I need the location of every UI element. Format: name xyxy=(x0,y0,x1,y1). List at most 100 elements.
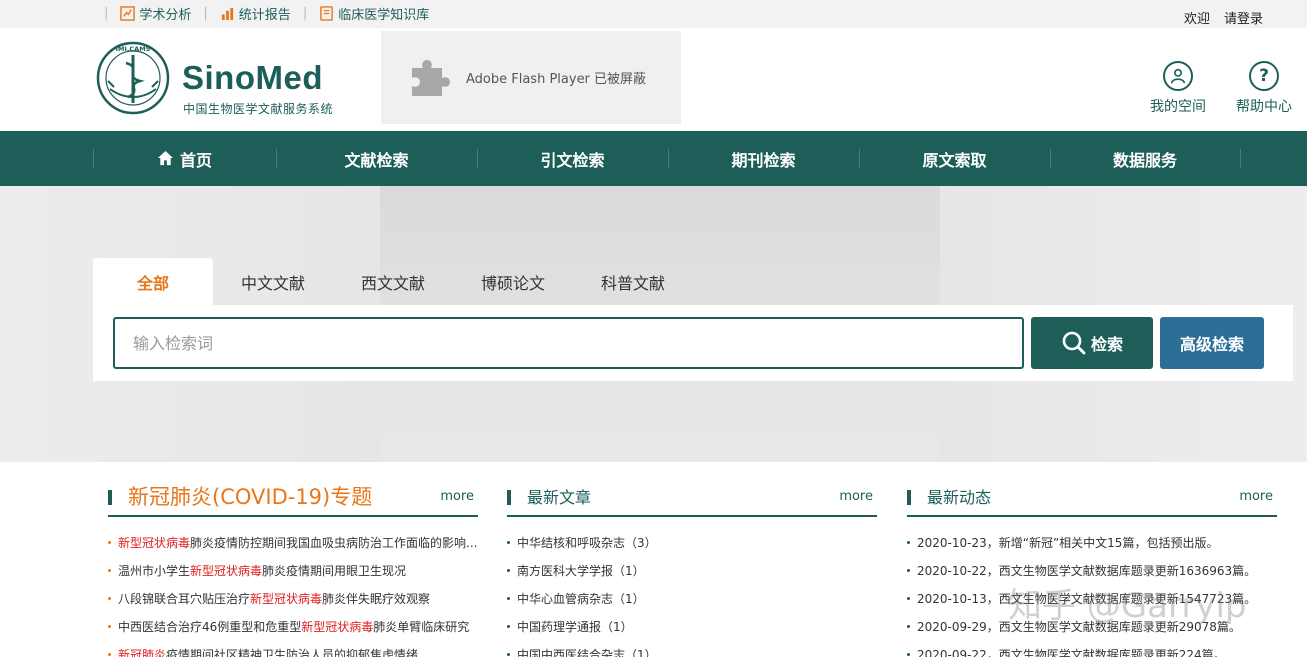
nav-data-services[interactable]: 数据服务 xyxy=(1050,131,1240,186)
panel-title: 最新动态 xyxy=(927,488,992,507)
more-link[interactable]: more xyxy=(440,489,474,504)
list-item[interactable]: 中国药理学通报（1） xyxy=(507,613,877,641)
search-button[interactable]: 检索 xyxy=(1031,317,1153,369)
advanced-search-button[interactable]: 高级检索 xyxy=(1160,317,1264,369)
item-text: 八段锦联合耳穴贴压治疗 xyxy=(118,592,251,606)
list-item[interactable]: 新型冠状病毒肺炎疫情防控期间我国血吸虫病防治工作面临的影响... xyxy=(108,529,478,557)
search-input[interactable] xyxy=(113,317,1024,369)
covid-article-list: 新型冠状病毒肺炎疫情防控期间我国血吸虫病防治工作面临的影响... 温州市小学生新… xyxy=(108,529,478,657)
statistics-report-link[interactable]: 统计报告 xyxy=(220,4,291,23)
search-hero: 全部 中文文献 西文文献 博硕论文 科普文献 检索 高级检索 xyxy=(0,186,1307,462)
nav-label: 文献检索 xyxy=(344,150,409,170)
list-item[interactable]: 温州市小学生新型冠状病毒肺炎疫情期间用眼卫生现况 xyxy=(108,557,478,585)
tab-chinese-literature[interactable]: 中文文献 xyxy=(213,258,333,305)
item-highlight: 新型冠状病毒 xyxy=(250,592,323,606)
item-text: 肺炎单臂临床研究 xyxy=(373,620,470,634)
search-icon xyxy=(1062,331,1086,355)
top-links: | 学术分析 | 统计报告 | 临床医学知识库 xyxy=(104,4,441,23)
plugin-puzzle-icon xyxy=(412,59,450,96)
search-panel: 检索 高级检索 xyxy=(93,305,1293,381)
welcome-text: 欢迎 xyxy=(1183,12,1210,27)
header-bar xyxy=(108,490,112,505)
latest-news-panel: 最新动态 more 2020-10-23，新增“新冠”相关中文15篇，包括预出版… xyxy=(907,482,1277,657)
book-icon xyxy=(320,6,334,21)
nav-fulltext-request[interactable]: 原文索取 xyxy=(859,131,1050,186)
item-highlight: 新型冠状病毒 xyxy=(118,536,191,550)
list-item[interactable]: 2020-09-22，西文生物医学文献数据库题录更新224篇。 xyxy=(907,641,1277,657)
help-icon: ? xyxy=(1249,61,1279,91)
item-text: 疫情期间社区精神卫生防治人员的抑郁焦虑情绪 xyxy=(166,648,419,657)
nav-journal-search[interactable]: 期刊检索 xyxy=(668,131,859,186)
sinomed-logo[interactable]: IMI.CAMS SinoMed 中国生物医学文献服务系统 xyxy=(96,41,346,119)
brand-name: SinoMed xyxy=(182,59,323,96)
nav-label: 数据服务 xyxy=(1112,150,1177,170)
panel-title: 新冠肺炎(COVID-19)专题 xyxy=(128,485,373,509)
bar-chart-icon xyxy=(221,7,233,21)
panel-header: 最新文章 more xyxy=(507,482,877,517)
analysis-icon xyxy=(120,6,136,21)
nav-label: 原文索取 xyxy=(922,150,987,170)
covid-topic-panel: 新冠肺炎(COVID-19)专题 more 新型冠状病毒肺炎疫情防控期间我国血吸… xyxy=(108,482,478,657)
nav-home-label: 首页 xyxy=(179,150,212,170)
nav-divider xyxy=(1240,149,1241,168)
more-link[interactable]: more xyxy=(839,489,873,504)
tab-all[interactable]: 全部 xyxy=(93,258,213,305)
list-item[interactable]: 中华心血管病杂志（1） xyxy=(507,585,877,613)
emblem-text: IMI.CAMS xyxy=(116,45,151,53)
cams-emblem-icon: IMI.CAMS xyxy=(96,41,170,115)
item-text: 温州市小学生 xyxy=(118,564,191,578)
header-bar xyxy=(507,490,511,505)
nav-home[interactable]: 首页 xyxy=(93,131,276,186)
separator: | xyxy=(104,6,109,21)
flash-notice: Adobe Flash Player 已被屏蔽 xyxy=(466,72,647,87)
item-text: 肺炎伴失眠疗效观察 xyxy=(322,592,431,606)
item-highlight: 新型冠状病毒 xyxy=(301,620,374,634)
latest-articles-list: 中华结核和呼吸杂志（3） 南方医科大学学报（1） 中华心血管病杂志（1） 中国药… xyxy=(507,529,877,657)
academic-analysis-label: 学术分析 xyxy=(139,8,192,23)
list-item[interactable]: 2020-10-23，新增“新冠”相关中文15篇，包括预出版。 xyxy=(907,529,1277,557)
item-highlight: 新冠肺炎 xyxy=(118,648,167,657)
list-item[interactable]: 中华结核和呼吸杂志（3） xyxy=(507,529,877,557)
statistics-report-label: 统计报告 xyxy=(238,8,291,23)
nav-label: 期刊检索 xyxy=(731,150,796,170)
help-center-label: 帮助中心 xyxy=(1236,99,1292,115)
panel-header: 最新动态 more xyxy=(907,482,1277,517)
tab-popular-science[interactable]: 科普文献 xyxy=(573,258,693,305)
panel-header: 新冠肺炎(COVID-19)专题 more xyxy=(108,482,478,517)
zhihu-watermark: 知乎 @Garryip xyxy=(1008,586,1247,626)
user-area: 欢迎 请登录 xyxy=(1184,8,1263,27)
home-icon xyxy=(157,150,174,166)
search-button-label: 检索 xyxy=(1090,335,1123,354)
list-item[interactable]: 中国中西医结合杂志（1） xyxy=(507,641,877,657)
latest-articles-panel: 最新文章 more 中华结核和呼吸杂志（3） 南方医科大学学报（1） 中华心血管… xyxy=(507,482,877,657)
header: IMI.CAMS SinoMed 中国生物医学文献服务系统 Adobe Flas… xyxy=(0,28,1307,131)
panel-title: 最新文章 xyxy=(527,488,592,507)
nav-citation-search[interactable]: 引文检索 xyxy=(477,131,668,186)
item-text: 中西医结合治疗46例重型和危重型 xyxy=(118,620,302,634)
clinical-knowledge-link[interactable]: 临床医学知识库 xyxy=(319,4,429,23)
more-link[interactable]: more xyxy=(1239,489,1273,504)
clinical-knowledge-label: 临床医学知识库 xyxy=(338,8,430,23)
main-nav: 首页 文献检索 引文检索 期刊检索 原文索取 数据服务 xyxy=(0,131,1307,186)
academic-analysis-link[interactable]: 学术分析 xyxy=(120,4,191,23)
tab-western-literature[interactable]: 西文文献 xyxy=(333,258,453,305)
top-bar: | 学术分析 | 统计报告 | 临床医学知识库 欢迎 请登录 xyxy=(0,0,1307,28)
separator: | xyxy=(302,6,308,21)
search-tabs: 全部 中文文献 西文文献 博硕论文 科普文献 xyxy=(93,258,693,305)
tab-dissertations[interactable]: 博硕论文 xyxy=(453,258,573,305)
login-link[interactable]: 请登录 xyxy=(1224,8,1263,27)
header-bar xyxy=(907,490,911,505)
list-item[interactable]: 新冠肺炎疫情期间社区精神卫生防治人员的抑郁焦虑情绪 xyxy=(108,641,478,657)
separator: | xyxy=(203,6,208,21)
brand-subtitle: 中国生物医学文献服务系统 xyxy=(183,102,334,116)
my-space-button[interactable]: 我的空间 xyxy=(1143,61,1213,116)
list-item[interactable]: 中西医结合治疗46例重型和危重型新型冠状病毒肺炎单臂临床研究 xyxy=(108,613,478,641)
flash-blocked-placeholder[interactable]: Adobe Flash Player 已被屏蔽 xyxy=(381,31,681,124)
help-center-button[interactable]: ? 帮助中心 xyxy=(1229,61,1299,116)
my-space-label: 我的空间 xyxy=(1150,99,1206,115)
item-highlight: 新型冠状病毒 xyxy=(190,564,263,578)
nav-literature-search[interactable]: 文献检索 xyxy=(276,131,477,186)
list-item[interactable]: 南方医科大学学报（1） xyxy=(507,557,877,585)
list-item[interactable]: 八段锦联合耳穴贴压治疗新型冠状病毒肺炎伴失眠疗效观察 xyxy=(108,585,478,613)
nav-label: 引文检索 xyxy=(540,150,605,170)
